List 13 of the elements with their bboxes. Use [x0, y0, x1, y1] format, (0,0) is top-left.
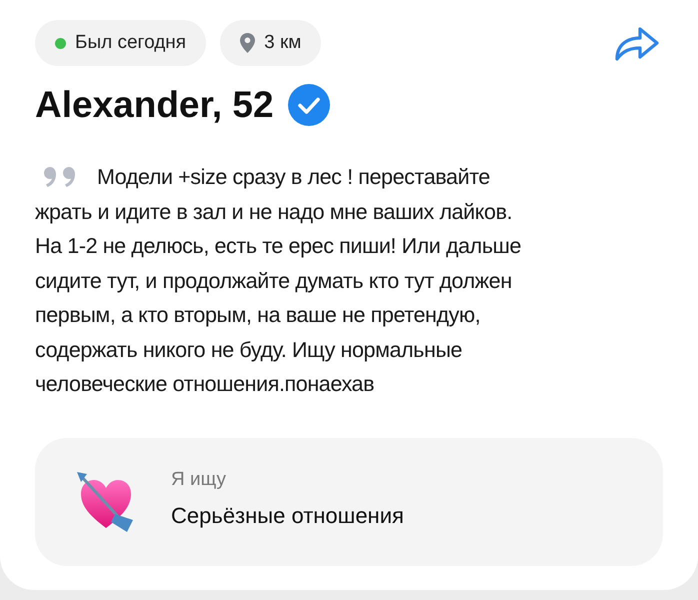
about-line: сидите тут, и продолжайте думать кто тут должен: [35, 268, 512, 294]
about-line: содержать никого не буду. Ищу нормальные: [35, 336, 462, 364]
about-line: Модели +size сразу в лес ! переставайте: [97, 164, 490, 191]
about-line: На 1-2 не делюсь, есть те ерес пиши! Или дальше: [35, 233, 522, 260]
looking-for-label: Я ищу: [171, 468, 227, 490]
looking-for-value: Серьёзные отношения: [171, 502, 404, 528]
about-line: жрать и идите в зал и не надо мне ваших лайков.: [35, 198, 512, 226]
about-line: человеческие отношения.понаехав: [35, 371, 374, 398]
location-pin-icon: [240, 33, 256, 53]
about-line: первым, а кто вторым, на ваше не претендую,: [35, 302, 480, 329]
chip-label: 3 км: [264, 32, 302, 54]
chip-label: Был сегодня: [75, 32, 186, 54]
profile-name: Alexander, 52: [35, 84, 274, 126]
